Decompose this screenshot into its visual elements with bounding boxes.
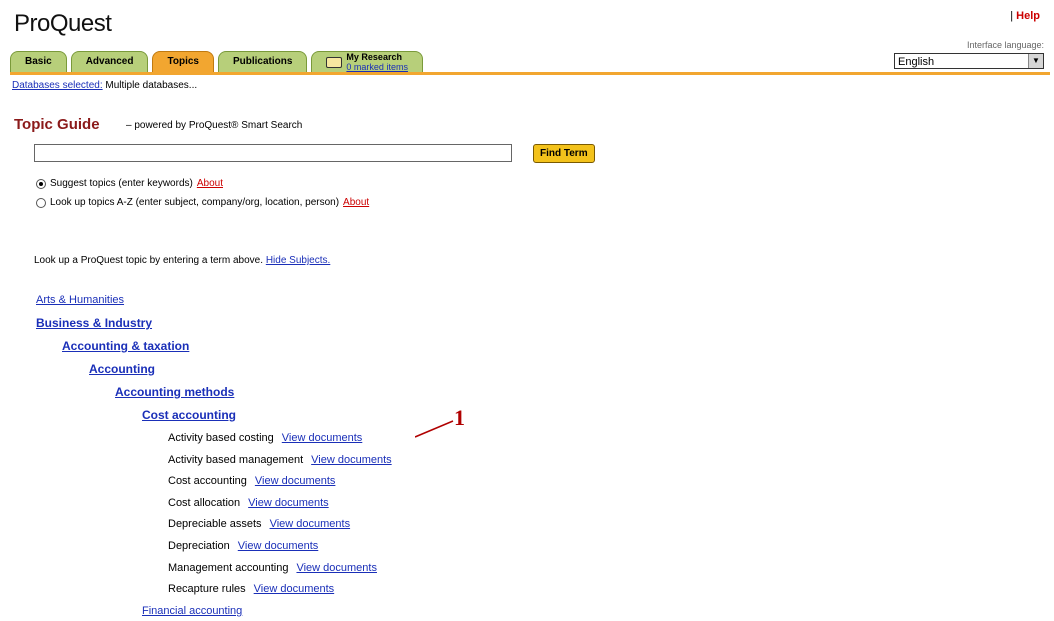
radio-suggest[interactable] (36, 178, 46, 189)
topic-label: Recapture rules (168, 583, 246, 595)
tab-advanced[interactable]: Advanced (70, 51, 149, 72)
radio-suggest-label: Suggest topics (enter keywords) (50, 178, 193, 189)
marked-items-link[interactable]: 0 marked items (346, 62, 408, 72)
annotation-line (415, 420, 454, 438)
list-item: Cost allocation View documents (168, 497, 329, 509)
list-item: Activity based costing View documents (168, 432, 362, 444)
hide-subjects-link[interactable]: Hide Subjects. (266, 255, 330, 266)
interface-language-label: Interface language: (966, 40, 1044, 50)
topic-search-input[interactable] (34, 144, 512, 162)
radio-suggest-row: Suggest topics (enter keywords) About (36, 178, 223, 189)
tab-underline-bar (10, 72, 1050, 75)
tree-cost-accounting[interactable]: Cost accounting (142, 408, 236, 422)
view-documents-link[interactable]: View documents (282, 432, 363, 444)
view-documents-link[interactable]: View documents (270, 518, 351, 530)
help-separator: | (1010, 10, 1014, 22)
list-item: Management accounting View documents (168, 562, 377, 574)
view-documents-link[interactable]: View documents (311, 454, 392, 466)
view-documents-link[interactable]: View documents (254, 583, 335, 595)
view-documents-link[interactable]: View documents (238, 540, 319, 552)
radio-lookup-label: Look up topics A-Z (enter subject, compa… (50, 197, 340, 208)
chevron-down-icon[interactable]: ▼ (1028, 54, 1043, 68)
page-subtitle: – powered by ProQuest® Smart Search (126, 120, 303, 131)
tab-my-research[interactable]: My Research 0 marked items (311, 51, 423, 72)
radio-lookup[interactable] (36, 197, 46, 208)
help-area: | Help (1010, 10, 1040, 22)
tree-accounting-methods[interactable]: Accounting methods (115, 385, 234, 399)
lookup-instructions: Look up a ProQuest topic by entering a t… (34, 255, 330, 266)
topic-label: Management accounting (168, 562, 289, 574)
my-research-label: My Research (346, 52, 402, 62)
radio-lookup-row: Look up topics A-Z (enter subject, compa… (36, 197, 369, 208)
databases-selected-link[interactable]: Databases selected: (12, 80, 103, 91)
databases-row: Databases selected: Multiple databases..… (12, 80, 197, 91)
annotation-number: 1 (454, 405, 465, 430)
topic-label: Activity based costing (168, 432, 274, 444)
view-documents-link[interactable]: View documents (248, 497, 329, 509)
tree-accounting-taxation[interactable]: Accounting & taxation (62, 339, 189, 353)
tree-business-industry[interactable]: Business & Industry (36, 316, 152, 330)
view-documents-link[interactable]: View documents (255, 475, 336, 487)
tab-publications[interactable]: Publications (217, 51, 308, 72)
list-item: Cost accounting View documents (168, 475, 335, 487)
view-documents-link[interactable]: View documents (296, 562, 377, 574)
list-item: Depreciation View documents (168, 540, 318, 552)
topic-label: Depreciation (168, 540, 230, 552)
databases-value: Multiple databases... (105, 80, 198, 91)
tree-arts-humanities[interactable]: Arts & Humanities (36, 294, 124, 306)
proquest-logo: ProQuest (14, 10, 112, 37)
tab-topics[interactable]: Topics (152, 51, 214, 72)
interface-language-select[interactable]: English ▼ (894, 53, 1044, 69)
lookup-text: Look up a ProQuest topic by entering a t… (34, 255, 264, 266)
tree-financial-accounting[interactable]: Financial accounting (142, 605, 242, 617)
tab-basic[interactable]: Basic (10, 51, 67, 72)
topic-label: Cost accounting (168, 475, 247, 487)
tree-accounting[interactable]: Accounting (89, 362, 155, 376)
interface-language-value: English (898, 56, 935, 68)
about-lookup-link[interactable]: About (343, 197, 369, 208)
list-item: Depreciable assets View documents (168, 518, 350, 530)
nav-tabs: Basic Advanced Topics Publications My Re… (10, 51, 423, 72)
topic-label: Activity based management (168, 454, 304, 466)
topic-label: Cost allocation (168, 497, 241, 509)
list-item: Activity based management View documents (168, 454, 392, 466)
folder-icon (326, 56, 343, 68)
topic-label: Depreciable assets (168, 518, 262, 530)
find-term-button[interactable]: Find Term (533, 144, 595, 163)
about-suggest-link[interactable]: About (197, 178, 223, 189)
list-item: Recapture rules View documents (168, 583, 334, 595)
page-title: Topic Guide (14, 116, 100, 133)
help-link[interactable]: Help (1016, 10, 1040, 22)
